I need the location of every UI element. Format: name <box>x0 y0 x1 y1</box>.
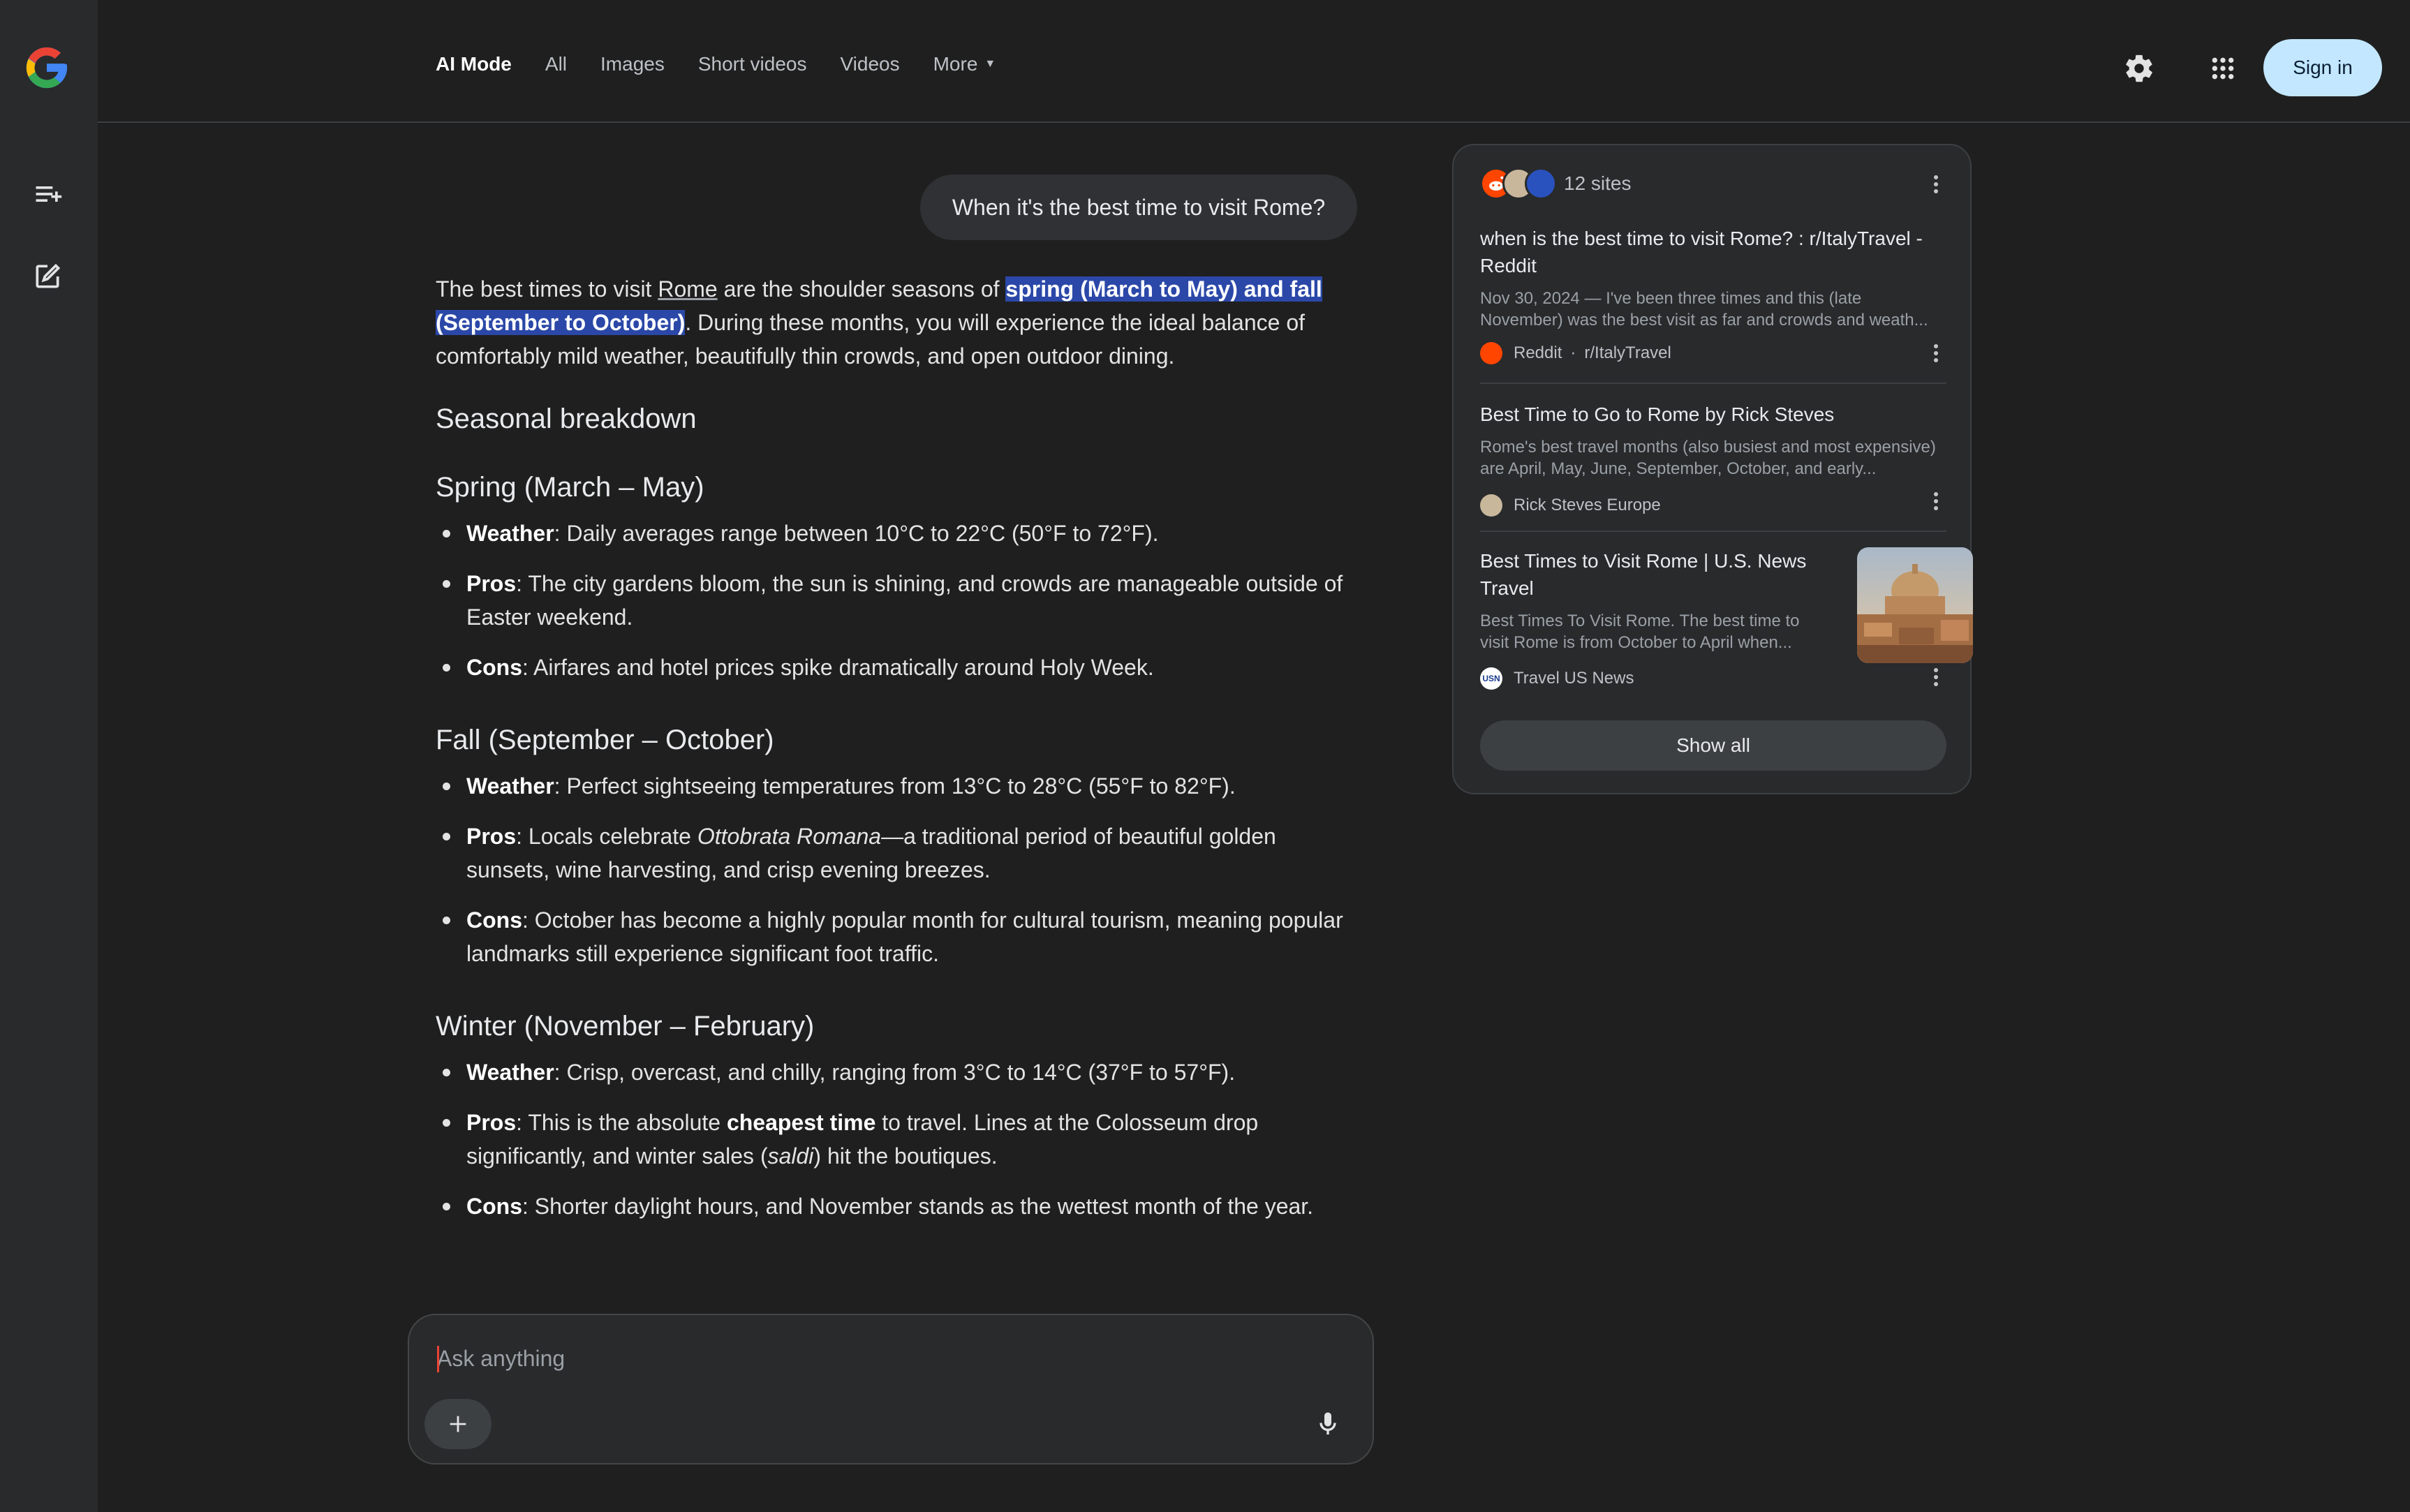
new-chat-icon[interactable] <box>28 257 67 296</box>
separator-dot: · <box>1570 343 1576 362</box>
source-site: USN Travel US News <box>1480 667 1634 690</box>
microphone-icon[interactable] <box>1310 1406 1346 1442</box>
site-favicons <box>1480 168 1557 200</box>
caret-down-icon: ▼ <box>984 58 996 70</box>
sign-in-button[interactable]: Sign in <box>2263 39 2382 96</box>
source-card-rick-steves[interactable]: Best Time to Go to Rome by Rick Steves R… <box>1480 401 1946 519</box>
source-card-us-news[interactable]: Best Times to Visit Rome | U.S. News Tra… <box>1480 547 1973 701</box>
tab-videos[interactable]: Videos <box>840 53 899 75</box>
reddit-icon <box>1480 342 1502 364</box>
rome-link[interactable]: Rome <box>658 276 717 302</box>
settings-gear-icon[interactable] <box>2120 49 2159 88</box>
left-rail <box>0 0 98 1512</box>
plus-icon <box>450 1416 466 1432</box>
divider <box>1480 383 1946 384</box>
sources-header[interactable]: 12 sites <box>1480 168 1632 200</box>
add-attachment-button[interactable] <box>424 1399 491 1449</box>
sources-panel: 12 sites when is the best time to visit … <box>1452 144 1973 794</box>
search-history-icon[interactable] <box>28 175 67 214</box>
rick-steves-icon <box>1480 494 1502 517</box>
show-all-button[interactable]: Show all <box>1480 720 1946 771</box>
tab-more[interactable]: More ▼ <box>933 53 996 75</box>
us-news-icon: USN <box>1480 667 1502 690</box>
source-site: Rick Steves Europe <box>1480 494 1661 517</box>
search-tabs: AI Mode All Images Short videos Videos M… <box>436 53 1029 75</box>
source-site: Reddit · r/ItalyTravel <box>1480 342 1671 364</box>
more-options-icon[interactable] <box>1925 486 1946 517</box>
fall-heading: Fall (September – October) <box>436 725 774 755</box>
more-options-icon[interactable] <box>1925 662 1946 692</box>
winter-list: Weather: Crisp, overcast, and chilly, ra… <box>436 1055 1357 1223</box>
list-item: Pros: The city gardens bloom, the sun is… <box>436 567 1357 634</box>
ai-answer: The best times to visit Rome are the sho… <box>436 272 1357 1259</box>
spring-list: Weather: Daily averages range between 10… <box>436 517 1357 684</box>
tab-ai-mode[interactable]: AI Mode <box>436 53 512 75</box>
divider <box>1480 531 1946 532</box>
tab-images[interactable]: Images <box>600 53 665 75</box>
breakdown-heading: Seasonal breakdown <box>436 403 697 434</box>
list-item: Cons: Airfares and hotel prices spike dr… <box>436 651 1357 684</box>
sources-count: 12 sites <box>1564 172 1632 194</box>
apps-grid-icon[interactable] <box>2203 49 2242 88</box>
google-logo[interactable] <box>22 43 71 92</box>
more-options-icon[interactable] <box>1925 338 1946 369</box>
answer-intro: The best times to visit Rome are the sho… <box>436 276 1322 369</box>
user-query-bubble: When it's the best time to visit Rome? <box>920 175 1357 240</box>
text-cursor <box>437 1346 439 1372</box>
ask-input[interactable]: Ask anything <box>437 1346 565 1372</box>
list-item: Cons: Shorter daylight hours, and Novemb… <box>436 1189 1357 1223</box>
top-bar: AI Mode All Images Short videos Videos M… <box>98 0 2410 123</box>
us-news-icon <box>1525 168 1557 200</box>
tab-all[interactable]: All <box>545 53 567 75</box>
list-item: Weather: Daily averages range between 10… <box>436 517 1357 550</box>
list-item: Pros: Locals celebrate Ottobrata Romana—… <box>436 820 1357 887</box>
spring-heading: Spring (March – May) <box>436 472 704 503</box>
list-item: Pros: This is the absolute cheapest time… <box>436 1106 1357 1173</box>
ask-composer[interactable]: Ask anything <box>408 1314 1374 1465</box>
more-options-icon[interactable] <box>1925 169 1946 200</box>
rome-thumbnail-image <box>1857 547 1973 663</box>
fall-list: Weather: Perfect sightseeing temperature… <box>436 769 1357 970</box>
source-card-reddit[interactable]: when is the best time to visit Rome? : r… <box>1480 225 1946 364</box>
tab-short-videos[interactable]: Short videos <box>698 53 807 75</box>
list-item: Cons: October has become a highly popula… <box>436 903 1357 970</box>
winter-heading: Winter (November – February) <box>436 1011 815 1042</box>
list-item: Weather: Perfect sightseeing temperature… <box>436 769 1357 803</box>
list-item: Weather: Crisp, overcast, and chilly, ra… <box>436 1055 1357 1089</box>
